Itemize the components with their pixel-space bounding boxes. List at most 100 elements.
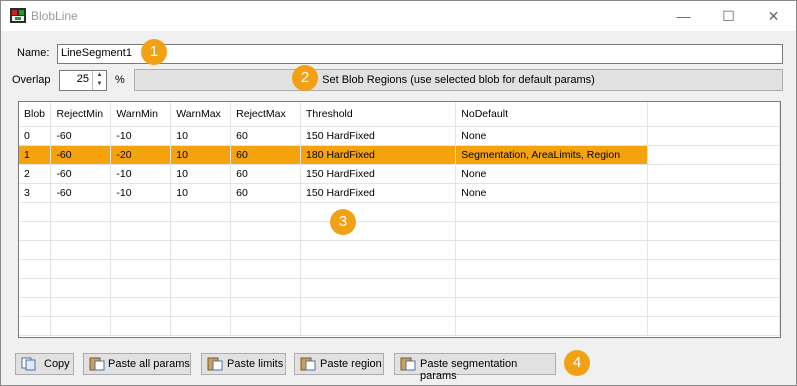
empty-table-cell[interactable] bbox=[50, 297, 112, 317]
empty-table-cell[interactable] bbox=[110, 278, 172, 298]
empty-table-cell[interactable] bbox=[170, 278, 232, 298]
empty-table-cell[interactable] bbox=[110, 259, 172, 279]
empty-table-cell[interactable] bbox=[455, 221, 649, 241]
table-cell[interactable]: 2 bbox=[19, 164, 52, 184]
table-cell[interactable]: 60 bbox=[230, 164, 302, 184]
empty-table-cell[interactable] bbox=[300, 240, 457, 260]
empty-table-row[interactable] bbox=[19, 278, 780, 298]
close-button[interactable]: ✕ bbox=[751, 1, 796, 31]
table-cell[interactable]: None bbox=[455, 183, 649, 203]
empty-table-cell[interactable] bbox=[19, 202, 52, 222]
empty-table-cell[interactable] bbox=[50, 240, 112, 260]
empty-table-cell[interactable] bbox=[50, 259, 112, 279]
table-row[interactable]: 0 -60 -10 10 60 150 HardFixed None bbox=[19, 126, 780, 146]
empty-table-cell[interactable] bbox=[230, 240, 302, 260]
set-blob-regions-button[interactable]: Set Blob Regions (use selected blob for … bbox=[134, 69, 783, 91]
empty-table-cell[interactable] bbox=[19, 240, 52, 260]
empty-table-cell[interactable] bbox=[230, 202, 302, 222]
col-header-rejectmin[interactable]: RejectMin bbox=[50, 102, 112, 127]
table-cell[interactable]: -60 bbox=[50, 164, 112, 184]
col-header-threshold[interactable]: Threshold bbox=[300, 102, 457, 127]
empty-table-cell[interactable] bbox=[110, 297, 172, 317]
table-cell[interactable]: -10 bbox=[110, 164, 172, 184]
empty-table-cell[interactable] bbox=[170, 240, 232, 260]
spin-up-icon[interactable]: ▲ bbox=[93, 71, 106, 80]
empty-table-row[interactable] bbox=[19, 202, 780, 222]
maximize-button[interactable]: ☐ bbox=[706, 1, 751, 31]
paste-all-params-button[interactable]: Paste all params bbox=[83, 353, 191, 375]
empty-table-cell[interactable] bbox=[50, 221, 112, 241]
table-cell[interactable]: 10 bbox=[170, 145, 232, 165]
table-cell[interactable]: 3 bbox=[19, 183, 52, 203]
empty-table-cell[interactable] bbox=[170, 316, 232, 336]
empty-table-cell[interactable] bbox=[110, 240, 172, 260]
table-row[interactable]: 3 -60 -10 10 60 150 HardFixed None bbox=[19, 183, 780, 203]
table-cell[interactable]: 60 bbox=[230, 183, 302, 203]
table-cell[interactable]: 150 HardFixed bbox=[300, 164, 457, 184]
table-cell[interactable]: 1 bbox=[19, 145, 52, 165]
table-cell[interactable]: 180 HardFixed bbox=[300, 145, 457, 165]
table-cell[interactable]: -10 bbox=[110, 183, 172, 203]
empty-table-cell[interactable] bbox=[300, 278, 457, 298]
copy-button[interactable]: Copy bbox=[15, 353, 74, 375]
table-cell[interactable]: -60 bbox=[50, 183, 112, 203]
table-cell[interactable]: -60 bbox=[50, 126, 112, 146]
empty-table-cell[interactable] bbox=[455, 202, 649, 222]
empty-table-cell[interactable] bbox=[455, 259, 649, 279]
empty-table-cell[interactable] bbox=[300, 297, 457, 317]
empty-table-row[interactable] bbox=[19, 297, 780, 317]
empty-table-cell[interactable] bbox=[230, 297, 302, 317]
empty-table-cell[interactable] bbox=[19, 316, 52, 336]
empty-table-cell[interactable] bbox=[230, 259, 302, 279]
empty-table-cell[interactable] bbox=[19, 259, 52, 279]
empty-table-row[interactable] bbox=[19, 259, 780, 279]
empty-table-cell[interactable] bbox=[300, 316, 457, 336]
table-cell[interactable]: 60 bbox=[230, 126, 302, 146]
table-cell[interactable]: -10 bbox=[110, 126, 172, 146]
empty-table-cell[interactable] bbox=[170, 221, 232, 241]
title-bar[interactable]: BlobLine — ☐ ✕ bbox=[1, 1, 796, 31]
empty-table-cell[interactable] bbox=[110, 316, 172, 336]
table-cell[interactable]: None bbox=[455, 126, 649, 146]
empty-table-cell[interactable] bbox=[170, 297, 232, 317]
empty-table-cell[interactable] bbox=[230, 278, 302, 298]
spin-down-icon[interactable]: ▼ bbox=[93, 80, 106, 89]
col-header-blob[interactable]: Blob bbox=[19, 102, 52, 127]
table-cell[interactable]: None bbox=[455, 164, 649, 184]
col-header-warnmax[interactable]: WarnMax bbox=[170, 102, 232, 127]
table-cell[interactable]: 60 bbox=[230, 145, 302, 165]
empty-table-cell[interactable] bbox=[455, 278, 649, 298]
overlap-spinner[interactable]: ▲ ▼ bbox=[92, 71, 106, 90]
blob-grid[interactable]: Blob RejectMin WarnMin WarnMax RejectMax… bbox=[18, 101, 781, 338]
table-cell[interactable]: 0 bbox=[19, 126, 52, 146]
col-header-warnmin[interactable]: WarnMin bbox=[110, 102, 172, 127]
minimize-button[interactable]: — bbox=[661, 1, 706, 31]
col-header-rejectmax[interactable]: RejectMax bbox=[230, 102, 302, 127]
empty-table-cell[interactable] bbox=[455, 240, 649, 260]
empty-table-cell[interactable] bbox=[19, 297, 52, 317]
empty-table-cell[interactable] bbox=[50, 202, 112, 222]
table-cell[interactable]: -60 bbox=[50, 145, 112, 165]
paste-limits-button[interactable]: Paste limits bbox=[201, 353, 286, 375]
empty-table-cell[interactable] bbox=[300, 221, 457, 241]
empty-table-cell[interactable] bbox=[50, 316, 112, 336]
table-cell[interactable]: 10 bbox=[170, 183, 232, 203]
paste-segmentation-params-button[interactable]: Paste segmentation params bbox=[394, 353, 556, 382]
table-cell[interactable]: 150 HardFixed bbox=[300, 126, 457, 146]
empty-table-cell[interactable] bbox=[110, 202, 172, 222]
table-row[interactable]: 2 -60 -10 10 60 150 HardFixed None bbox=[19, 164, 780, 184]
empty-table-cell[interactable] bbox=[455, 316, 649, 336]
empty-table-cell[interactable] bbox=[170, 259, 232, 279]
col-header-nodefault[interactable]: NoDefault bbox=[455, 102, 649, 127]
empty-table-cell[interactable] bbox=[455, 297, 649, 317]
table-cell[interactable]: Segmentation, AreaLimits, Region bbox=[455, 145, 649, 165]
table-cell[interactable]: 150 HardFixed bbox=[300, 183, 457, 203]
paste-region-button[interactable]: Paste region bbox=[294, 353, 384, 375]
empty-table-cell[interactable] bbox=[300, 259, 457, 279]
table-cell[interactable]: -20 bbox=[110, 145, 172, 165]
empty-table-cell[interactable] bbox=[19, 221, 52, 241]
empty-table-cell[interactable] bbox=[230, 221, 302, 241]
empty-table-cell[interactable] bbox=[110, 221, 172, 241]
empty-table-row[interactable] bbox=[19, 221, 780, 241]
table-cell[interactable]: 10 bbox=[170, 164, 232, 184]
